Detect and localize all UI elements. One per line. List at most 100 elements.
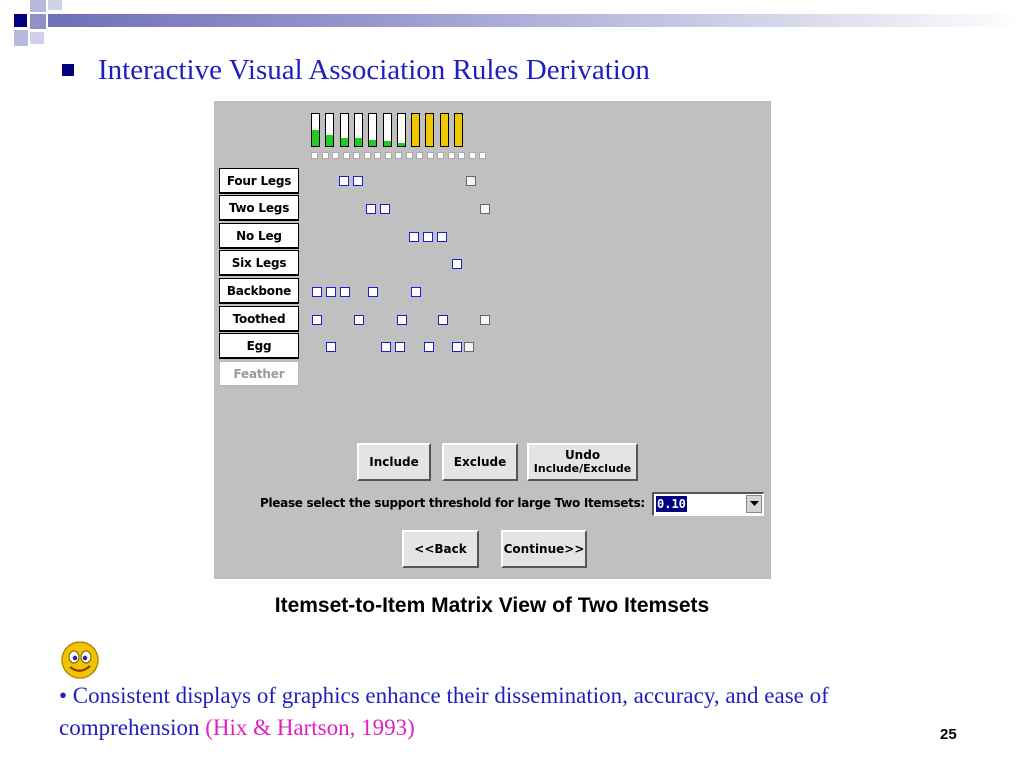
corner-square-6 xyxy=(48,0,62,10)
support-bar-fill xyxy=(369,139,377,146)
itemset-column-marker[interactable] xyxy=(479,152,486,159)
item-button-two-legs[interactable]: Two Legs xyxy=(219,195,299,221)
support-bar-fill xyxy=(354,138,362,146)
body-text: • Consistent displays of graphics enhanc… xyxy=(59,683,829,740)
matrix-cell[interactable] xyxy=(353,176,363,186)
support-bar xyxy=(396,113,406,147)
itemset-column-marker[interactable] xyxy=(384,152,392,159)
support-bar xyxy=(311,113,320,147)
matrix-cell[interactable] xyxy=(368,287,378,297)
corner-square-5 xyxy=(30,32,44,44)
support-bar-fill xyxy=(340,138,348,146)
support-bar-fill xyxy=(440,114,448,146)
smiley-face-icon xyxy=(61,641,99,679)
itemset-column-marker[interactable] xyxy=(426,152,434,159)
itemset-column-marker[interactable] xyxy=(416,152,423,159)
support-bar xyxy=(325,113,335,147)
corner-square-1 xyxy=(14,14,27,27)
support-bar xyxy=(382,113,392,147)
title-bar-decoration xyxy=(48,14,1024,27)
matrix-cell[interactable] xyxy=(438,315,448,325)
itemset-column-marker[interactable] xyxy=(311,152,318,159)
support-bar-fill xyxy=(455,114,462,146)
item-button-six-legs[interactable]: Six Legs xyxy=(219,250,299,276)
itemset-column-marker[interactable] xyxy=(468,152,476,159)
association-rules-window: Four Legs Two Legs No Leg Six Legs Backb… xyxy=(214,101,771,579)
itemset-column-marker[interactable] xyxy=(363,152,371,159)
matrix-cell[interactable] xyxy=(437,232,447,242)
exclude-button[interactable]: Exclude xyxy=(442,443,518,481)
corner-square-2 xyxy=(30,0,46,12)
matrix-cell[interactable] xyxy=(366,204,376,214)
matrix-cell[interactable] xyxy=(312,287,322,297)
matrix-cell[interactable] xyxy=(340,287,350,297)
matrix-cell[interactable] xyxy=(312,315,322,325)
item-button-no-leg[interactable]: No Leg xyxy=(219,223,299,249)
undo-button-label-line2: Include/Exclude xyxy=(533,462,632,475)
itemset-column-marker[interactable] xyxy=(353,152,360,159)
figure-caption: Itemset-to-Item Matrix View of Two Items… xyxy=(274,594,710,617)
matrix-cell[interactable] xyxy=(381,342,391,352)
matrix-cell[interactable] xyxy=(464,342,474,352)
support-bar-fill xyxy=(426,114,434,146)
corner-square-4 xyxy=(14,30,28,46)
support-bar-fill xyxy=(312,130,319,146)
back-button[interactable]: <<Back xyxy=(402,530,479,568)
undo-include-exclude-button[interactable]: Undo Include/Exclude xyxy=(527,443,638,481)
itemset-column-marker[interactable] xyxy=(374,152,381,159)
continue-button[interactable]: Continue>> xyxy=(501,530,587,568)
itemset-column-marker[interactable] xyxy=(321,152,329,159)
support-bar xyxy=(411,113,421,147)
citation: (Hix & Hartson, 1993) xyxy=(205,715,415,740)
threshold-select[interactable]: 0.10 xyxy=(652,492,764,516)
support-bar-fill xyxy=(383,141,391,146)
body-paragraph: • Consistent displays of graphics enhanc… xyxy=(59,680,959,744)
matrix-cell[interactable] xyxy=(380,204,390,214)
support-bar-fill xyxy=(326,134,334,146)
itemset-column-marker[interactable] xyxy=(342,152,350,159)
threshold-prompt: Please select the support threshold for … xyxy=(260,496,645,510)
support-bar xyxy=(425,113,435,147)
bullet-square-icon xyxy=(62,64,74,76)
matrix-cell[interactable] xyxy=(411,287,421,297)
itemset-column-marker[interactable] xyxy=(437,152,444,159)
slide-title: Interactive Visual Association Rules Der… xyxy=(98,53,650,86)
itemset-column-marker[interactable] xyxy=(405,152,413,159)
matrix-cell[interactable] xyxy=(452,259,462,269)
support-bar-fill xyxy=(412,114,420,146)
corner-square-3 xyxy=(30,14,46,29)
support-bar xyxy=(368,113,378,147)
support-bar-fill xyxy=(397,142,405,146)
item-button-toothed[interactable]: Toothed xyxy=(219,306,299,332)
slide-title-row: Interactive Visual Association Rules Der… xyxy=(62,50,650,90)
matrix-cell[interactable] xyxy=(326,287,336,297)
matrix-cell[interactable] xyxy=(423,232,433,242)
undo-button-label-line1: Undo xyxy=(564,448,601,462)
matrix-cell[interactable] xyxy=(424,342,434,352)
itemset-column-marker[interactable] xyxy=(332,152,339,159)
matrix-cell[interactable] xyxy=(397,315,407,325)
matrix-cell[interactable] xyxy=(452,342,462,352)
threshold-value: 0.10 xyxy=(656,496,687,512)
item-button-backbone[interactable]: Backbone xyxy=(219,278,299,304)
item-button-feather[interactable]: Feather xyxy=(219,361,299,387)
item-button-four-legs[interactable]: Four Legs xyxy=(219,168,299,194)
support-bar xyxy=(454,113,463,147)
matrix-cell[interactable] xyxy=(480,204,490,214)
matrix-cell[interactable] xyxy=(409,232,419,242)
include-button[interactable]: Include xyxy=(357,443,431,481)
itemset-column-marker[interactable] xyxy=(447,152,455,159)
matrix-cell[interactable] xyxy=(395,342,405,352)
matrix-cell[interactable] xyxy=(339,176,349,186)
chevron-down-icon[interactable] xyxy=(746,495,762,513)
support-bar xyxy=(439,113,449,147)
page-number: 25 xyxy=(940,726,957,743)
matrix-cell[interactable] xyxy=(480,315,490,325)
matrix-cell[interactable] xyxy=(326,342,336,352)
matrix-cell[interactable] xyxy=(354,315,364,325)
support-bar xyxy=(339,113,349,147)
matrix-cell[interactable] xyxy=(466,176,476,186)
itemset-column-marker[interactable] xyxy=(395,152,402,159)
item-button-egg[interactable]: Egg xyxy=(219,333,299,359)
itemset-column-marker[interactable] xyxy=(458,152,465,159)
